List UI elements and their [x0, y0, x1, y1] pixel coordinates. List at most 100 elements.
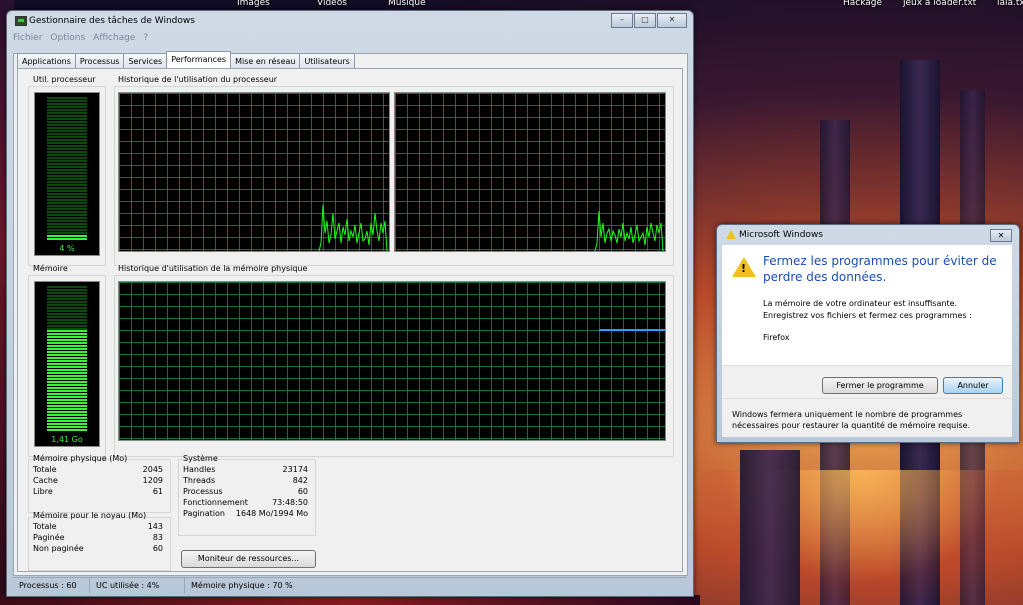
low-memory-dialog: Microsoft Windows ✕ ! Fermez les program… [716, 224, 1020, 443]
stat-row: Non paginée 60 [33, 543, 163, 554]
stat-value: 73:48:50 [272, 498, 308, 507]
tab-performances[interactable]: Performances [166, 51, 232, 69]
stat-label: Processus [183, 487, 223, 496]
menu-options[interactable]: Options [50, 33, 85, 43]
cpu-history-title: Historique de l'utilisation du processeu… [118, 75, 278, 84]
stat-value: 60 [152, 544, 163, 553]
cpu-usage-meter: 4 % [34, 92, 100, 256]
maximize-button[interactable]: □ [634, 13, 656, 28]
cpu-meter-fill [47, 235, 87, 241]
desktop-icon-jeux[interactable]: jeux à loader.txt [903, 0, 976, 8]
stat-row: Paginée 83 [33, 532, 163, 543]
dialog-program-name[interactable]: Firefox [763, 333, 789, 342]
desktop-icon-musique[interactable]: Musique [388, 0, 426, 8]
dialog-close-button[interactable]: ✕ [990, 229, 1012, 242]
close-button[interactable]: ✕ [657, 13, 687, 28]
performances-page: Util. processeur 4 % Historique de l'uti… [17, 68, 683, 572]
stat-row: Totale 143 [33, 521, 163, 532]
minimize-button[interactable]: – [611, 13, 633, 28]
tab-mise-en-reseau[interactable]: Mise en réseau [230, 53, 301, 69]
stat-value: 23174 [282, 465, 308, 474]
memory-usage-meter: 1,41 Go [34, 281, 100, 447]
stat-row: Processus 60 [183, 486, 308, 497]
stat-label: Threads [183, 476, 216, 485]
tab-utilisateurs[interactable]: Utilisateurs [299, 53, 355, 69]
cancel-button[interactable]: Annuler [943, 377, 1003, 394]
task-manager-window: Gestionnaire des tâches de Windows – □ ✕… [6, 10, 694, 597]
stat-row: Threads 842 [183, 475, 308, 486]
resource-monitor-button[interactable]: Moniteur de ressources... [181, 550, 316, 568]
tab-applications[interactable]: Applications [17, 53, 76, 69]
stat-value: 1209 [142, 476, 163, 485]
dialog-body: ! Fermez les programmes pour éviter de p… [722, 245, 1012, 365]
dialog-footer: Windows fermera uniquement le nombre de … [722, 398, 1012, 437]
stat-row: Libre 61 [33, 486, 163, 497]
stat-row: Fonctionnement 73:48:50 [183, 497, 308, 508]
status-cpu: UC utilisée : 4% [90, 578, 185, 593]
task-manager-icon [15, 16, 27, 26]
warning-mark: ! [741, 262, 747, 275]
dialog-title: Microsoft Windows [739, 230, 823, 240]
menu-help[interactable]: ? [143, 33, 148, 43]
cpu-history-line-core-1 [318, 204, 388, 251]
physical-memory-title: Mémoire physique (Mo) [33, 454, 128, 463]
dialog-footer-text: Windows fermera uniquement le nombre de … [732, 410, 971, 430]
cpu-meter-bars [47, 97, 87, 241]
cpu-usage-title: Util. processeur [33, 75, 96, 84]
memory-usage-value: 1,41 Go [51, 435, 83, 444]
close-program-button[interactable]: Fermer le programme [822, 377, 938, 394]
system-stats: Système Handles 23174 Threads 842 Processu… [183, 453, 308, 519]
memory-history-graph [118, 281, 666, 441]
cpu-history-line-core-2 [594, 210, 664, 251]
status-memory: Mémoire physique : 70 % [191, 581, 293, 590]
memory-history-title: Historique d'utilisation de la mémoire p… [118, 264, 308, 273]
cpu-history-graph-core-2 [394, 92, 666, 252]
window-controls: – □ ✕ [610, 13, 687, 28]
dialog-button-bar: Fermer le programme Annuler [722, 365, 1012, 398]
cpu-usage-value: 4 % [59, 244, 75, 253]
memory-history-line [599, 329, 665, 331]
kernel-memory-title: Mémoire pour le noyau (Mo) [33, 511, 147, 520]
stat-label: Totale [33, 522, 57, 531]
physical-memory-stats: Mémoire physique (Mo) Totale 2045 Cache 12… [33, 453, 163, 497]
stat-label: Fonctionnement [183, 498, 248, 507]
stat-value: 143 [147, 522, 163, 531]
stat-label: Non paginée [33, 544, 84, 553]
memory-meter-fill [47, 330, 87, 432]
stat-row: Handles 23174 [183, 464, 308, 475]
system-title: Système [183, 454, 218, 463]
stat-value: 842 [292, 476, 308, 485]
stat-row: Cache 1209 [33, 475, 163, 486]
stat-label: Totale [33, 465, 57, 474]
desktop-icon-hackage[interactable]: Hackage [843, 0, 882, 8]
dialog-heading: Fermez les programmes pour éviter de per… [763, 254, 997, 284]
memory-usage-title: Mémoire [33, 264, 68, 273]
desktop-icon-images[interactable]: Images [237, 0, 270, 8]
warning-icon [726, 230, 736, 239]
stat-value: 2045 [142, 465, 163, 474]
window-title: Gestionnaire des tâches de Windows [29, 16, 195, 26]
desktop-icon-videos[interactable]: Vidéos [317, 0, 347, 8]
stat-value: 83 [152, 533, 163, 542]
dialog-message: La mémoire de votre ordinateur est insuf… [763, 299, 972, 320]
menu-fichier[interactable]: Fichier [13, 33, 42, 43]
stat-label: Pagination [183, 509, 225, 518]
menu-affichage[interactable]: Affichage [93, 33, 135, 43]
stat-value: 60 [297, 487, 308, 496]
kernel-memory-stats: Mémoire pour le noyau (Mo) Totale 143 Pag… [33, 510, 163, 554]
stat-value: 1648 Mo/1994 Mo [235, 509, 308, 518]
tab-processus[interactable]: Processus [74, 53, 125, 69]
stat-value: 61 [152, 487, 163, 496]
tab-services[interactable]: Services [123, 53, 168, 69]
stat-row: Totale 2045 [33, 464, 163, 475]
status-processes: Processus : 60 [13, 578, 90, 593]
status-bar: Processus : 60 UC utilisée : 4% Mémoire … [13, 577, 686, 593]
stat-label: Cache [33, 476, 58, 485]
menu-bar: Fichier Options Affichage ? [13, 33, 148, 43]
stat-label: Paginée [33, 533, 65, 542]
stat-label: Handles [183, 465, 216, 474]
desktop-icon-lala[interactable]: lala.txt [997, 0, 1023, 8]
title-bar[interactable]: Gestionnaire des tâches de Windows – □ ✕ [7, 11, 693, 31]
stat-row: Pagination 1648 Mo/1994 Mo [183, 508, 308, 519]
cpu-history-graph-core-1 [118, 92, 390, 252]
